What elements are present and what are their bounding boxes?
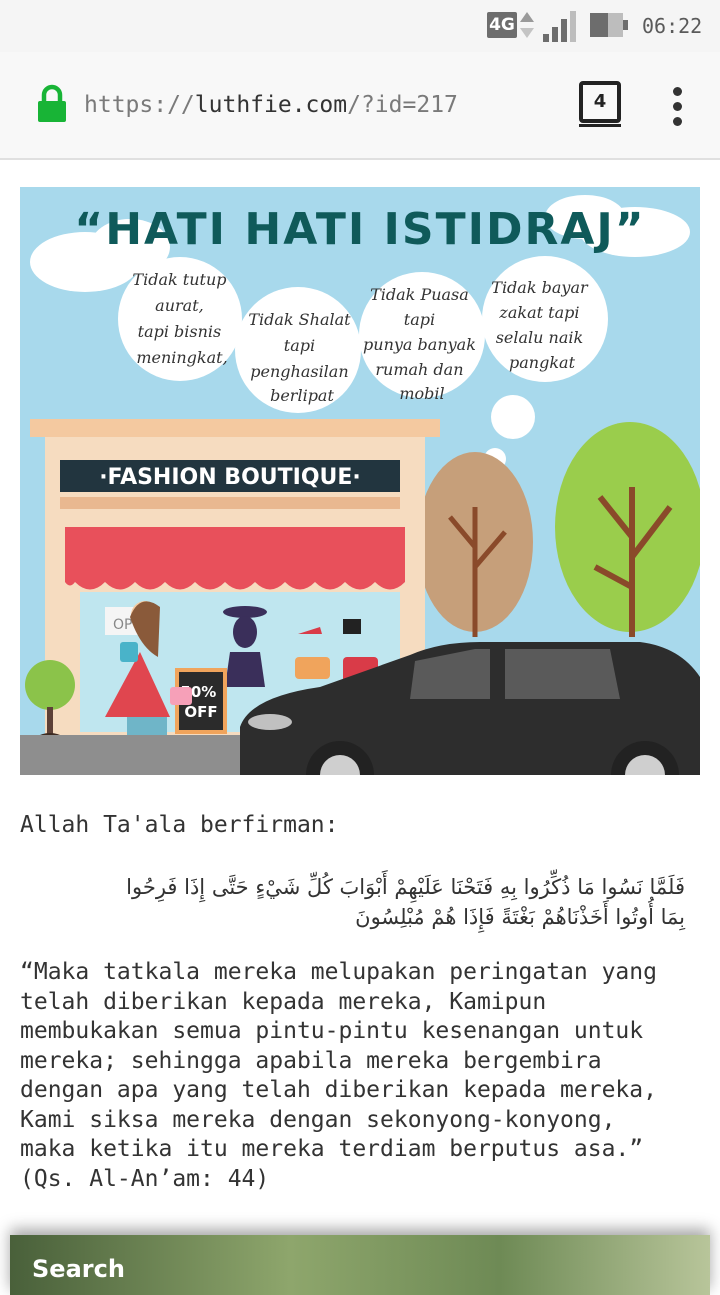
- translation-line: dengan apa yang telah diberikan kepada m…: [20, 1077, 657, 1103]
- translation-line: membukakan semua pintu-pintu kesenangan …: [20, 1018, 644, 1044]
- article-intro: Allah Ta'ala berfirman:: [20, 812, 339, 838]
- url-scheme: https://: [84, 92, 195, 118]
- arabic-verse-line-2: بِمَا أُوتُوا أَخَذْنَاهُمْ بَغْتَةً فَإ…: [355, 905, 685, 929]
- translation-line: mereka; sehingga apabila mereka bergembi…: [20, 1047, 602, 1074]
- tab-switcher-underline: [579, 124, 621, 127]
- url-host: luthfie.com: [194, 92, 348, 118]
- tab-switcher-button[interactable]: 4: [579, 81, 621, 123]
- search-widget: Search: [10, 1235, 710, 1295]
- network-type-badge: 4G: [487, 12, 517, 38]
- secure-lock-icon[interactable]: [36, 84, 68, 124]
- url-path: /?id=217: [347, 92, 458, 118]
- verse-translation: “Maka tatkala mereka melupakan peringata…: [20, 958, 657, 1194]
- browser-toolbar: https://luthfie.com/?id=217 4: [0, 52, 720, 160]
- translation-line: Kami siksa mereka dengan sekonyong-konyo…: [20, 1106, 616, 1133]
- illustration-title: “HATI HATI ISTIDRAJ”: [74, 204, 645, 255]
- overflow-menu-icon[interactable]: [668, 86, 688, 126]
- clock: 06:22: [642, 14, 703, 38]
- translation-line: telah diberikan kepada mereka, Kamipun: [20, 988, 547, 1015]
- search-widget-title: Search: [32, 1255, 125, 1283]
- translation-line: “Maka tatkala mereka melupakan peringata…: [20, 959, 657, 985]
- battery-icon: [590, 13, 628, 37]
- translation-line: maka ketika itu mereka terdiam berputus …: [20, 1136, 644, 1162]
- door-sign: OP: [113, 617, 132, 633]
- address-bar[interactable]: https://luthfie.com/?id=217: [84, 90, 458, 120]
- shop-sign: ·FASHION BOUTIQUE·: [99, 465, 361, 490]
- translation-line: (Qs. Al-An’am: 44): [20, 1165, 270, 1192]
- istidraj-illustration: “HATI HATI ISTIDRAJ” Tidak tutup aurat, …: [20, 187, 700, 775]
- data-activity-icon: [520, 12, 534, 38]
- arabic-verse: فَلَمَّا نَسُوا مَا ذُكِّرُوا بِهِ فَتَح…: [20, 872, 685, 932]
- signal-strength-icon: [543, 11, 576, 42]
- status-bar: 4G 06:22: [0, 0, 720, 52]
- arabic-verse-line-1: فَلَمَّا نَسُوا مَا ذُكِّرُوا بِهِ فَتَح…: [126, 875, 685, 899]
